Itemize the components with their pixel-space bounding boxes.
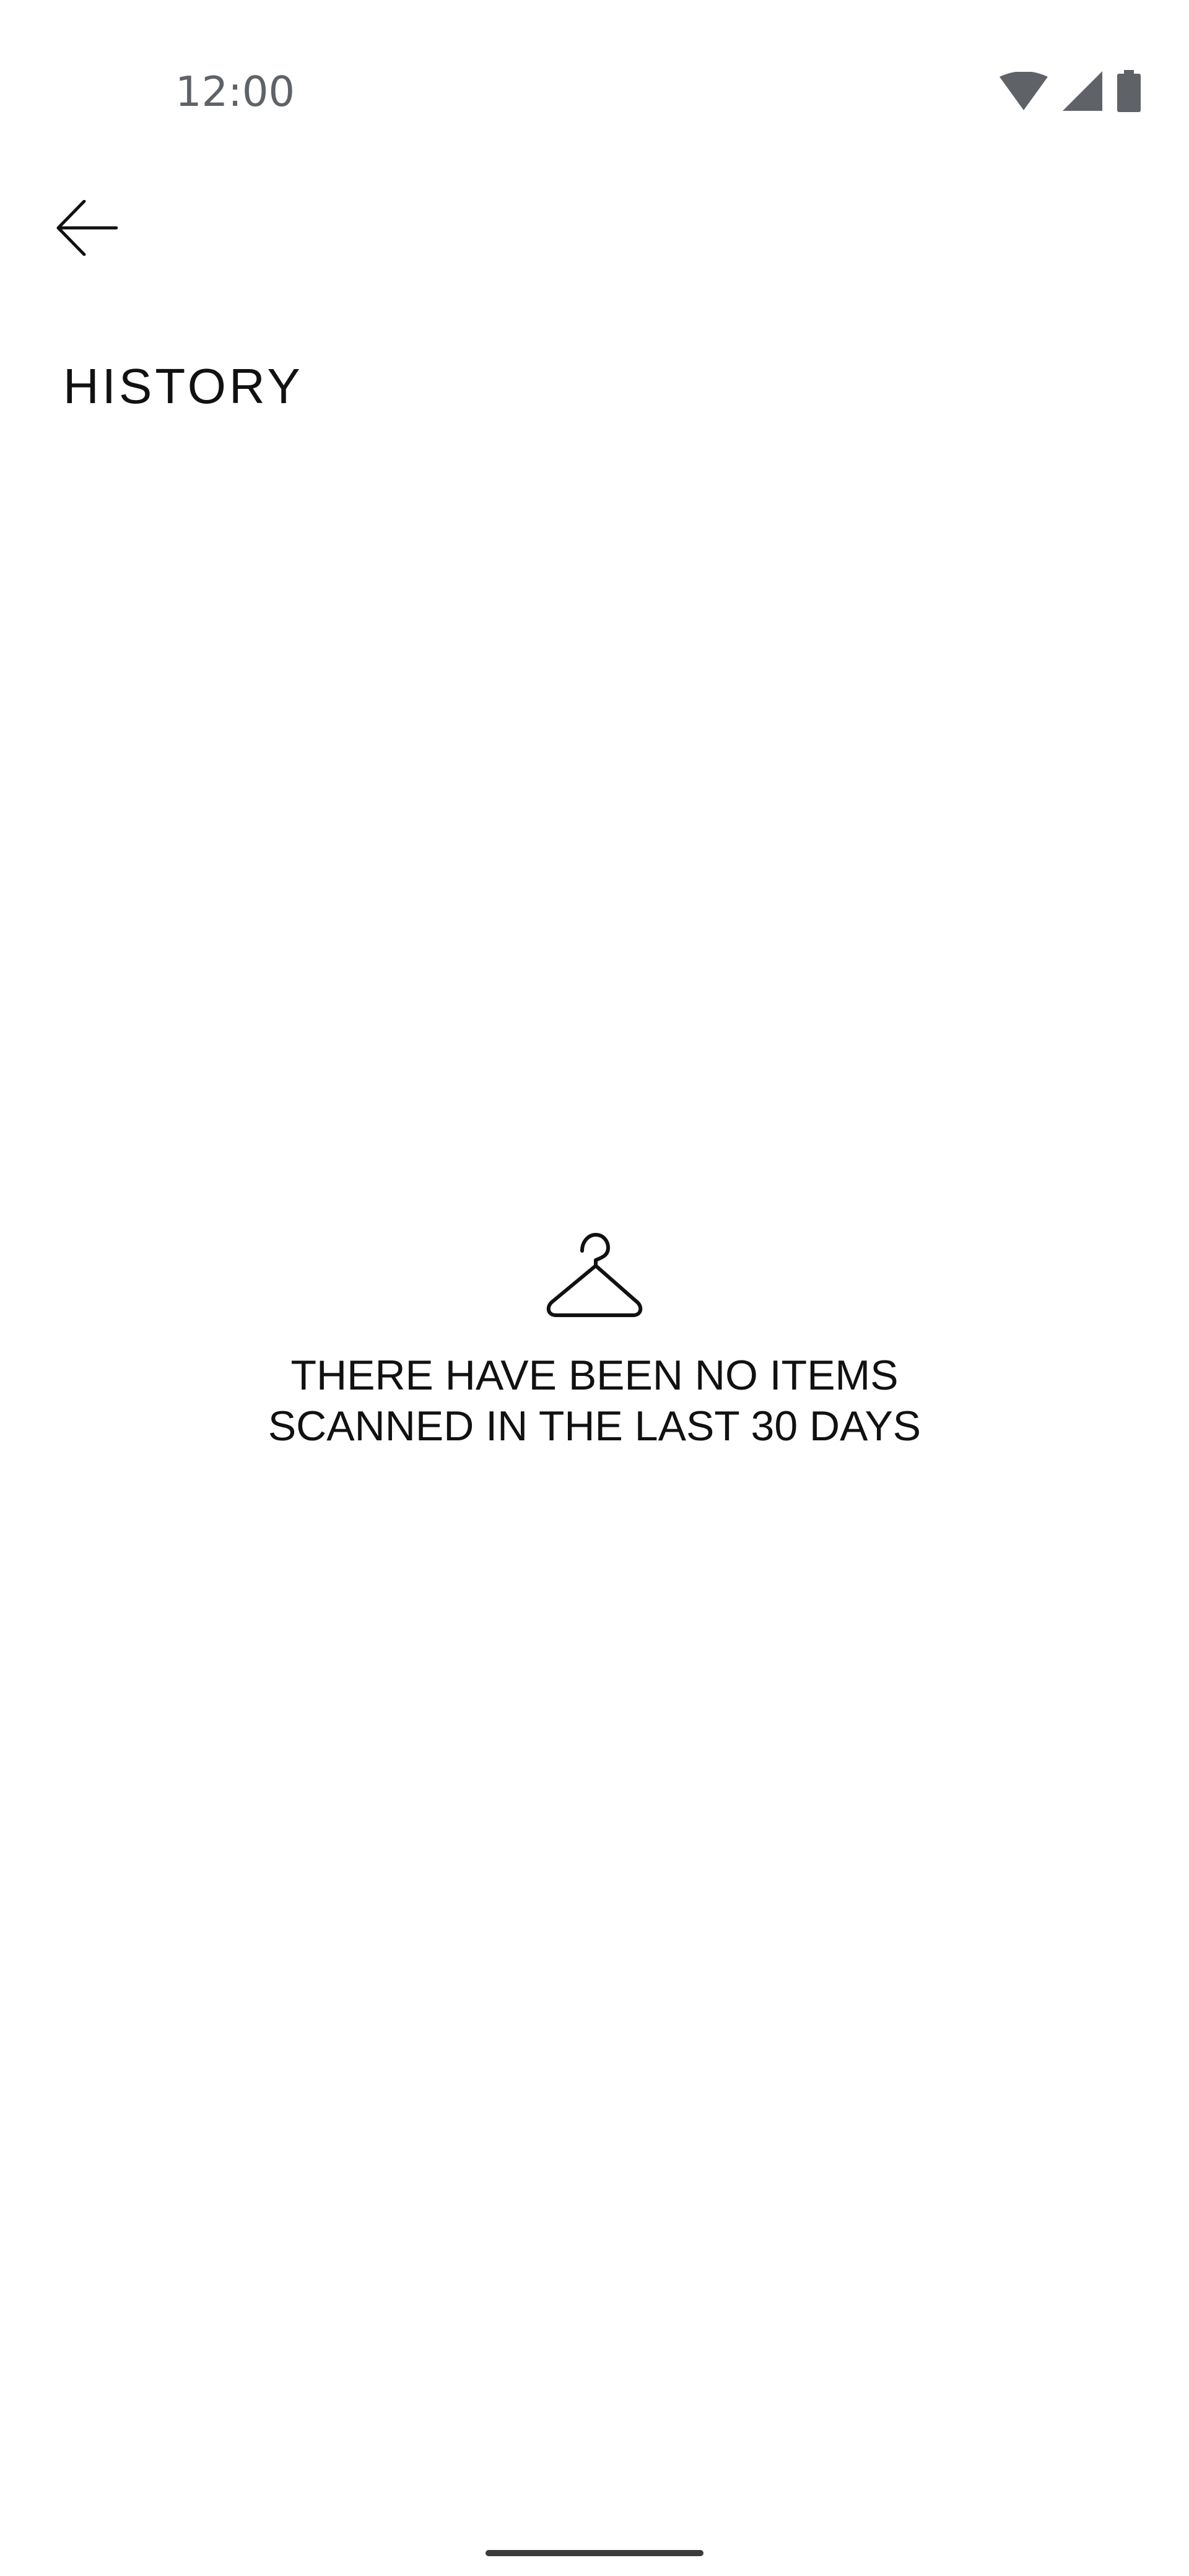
status-bar: 12:00 (0, 0, 1189, 161)
arrow-left-icon (56, 199, 118, 259)
cellular-signal-icon (1063, 71, 1102, 111)
page-title: HISTORY (63, 359, 303, 414)
status-icons (1000, 69, 1141, 113)
empty-message-line-1: THERE HAVE BEEN NO ITEMS (290, 1352, 899, 1399)
status-time: 12:00 (175, 67, 295, 116)
battery-icon (1117, 70, 1141, 112)
wifi-icon (1000, 72, 1048, 110)
gesture-navigation-bar[interactable] (486, 2550, 703, 2556)
hanger-icon (544, 1232, 645, 1319)
empty-state-message: THERE HAVE BEEN NO ITEMS SCANNED IN THE … (268, 1350, 921, 1451)
empty-state: THERE HAVE BEEN NO ITEMS SCANNED IN THE … (0, 1232, 1189, 1451)
back-button[interactable] (43, 186, 130, 272)
empty-message-line-2: SCANNED IN THE LAST 30 DAYS (268, 1403, 921, 1450)
